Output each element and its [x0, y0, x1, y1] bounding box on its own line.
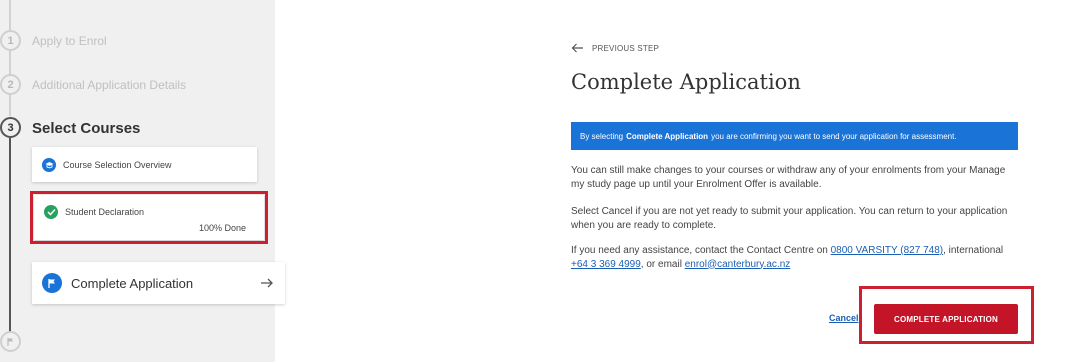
phone-link[interactable]: 0800 VARSITY (827 748): [831, 245, 943, 256]
assist-text-2: , international: [943, 245, 1004, 256]
step-connector: [9, 50, 11, 75]
flag-icon: [42, 273, 62, 293]
flag-step-icon: [0, 331, 21, 352]
step-connector-active: [9, 138, 11, 334]
step-number-1: 1: [0, 30, 21, 51]
email-link[interactable]: enrol@canterbury.ac.nz: [685, 259, 791, 270]
highlight-box: [30, 191, 268, 244]
arrow-left-icon: [571, 43, 583, 53]
complete-label: Complete Application: [71, 275, 194, 291]
page-title: Complete Application: [571, 70, 801, 94]
paragraph-cancel: Select Cancel if you are not yet ready t…: [571, 206, 1008, 231]
course-selection-overview-card[interactable]: Course Selection Overview: [32, 147, 257, 182]
sidebar: 1 Apply to Enrol 2 Additional Applicatio…: [0, 0, 285, 362]
international-phone-link[interactable]: +64 3 369 4999: [571, 259, 641, 270]
previous-step-label: PREVIOUS STEP: [592, 43, 660, 53]
paragraph-changes: You can still make changes to your cours…: [571, 165, 1006, 190]
step-apply-to-enrol[interactable]: Apply to Enrol: [32, 34, 107, 48]
assist-text-3: , or email: [640, 258, 682, 270]
step-select-courses[interactable]: Select Courses: [32, 120, 140, 137]
step-connector: [9, 94, 11, 116]
banner-prefix: By selecting: [580, 131, 624, 141]
complete-application-card[interactable]: Complete Application: [32, 262, 285, 304]
info-banner: By selecting Complete Application you ar…: [571, 122, 1018, 150]
arrow-right-icon: [261, 278, 273, 288]
banner-bold: Complete Application: [626, 131, 709, 141]
step-additional-details[interactable]: Additional Application Details: [32, 78, 186, 92]
graduation-cap-icon: [42, 157, 56, 172]
step-number-3: 3: [0, 117, 21, 138]
cancel-link[interactable]: Cancel: [829, 313, 859, 323]
overview-label: Course Selection Overview: [63, 159, 172, 170]
previous-step-link[interactable]: PREVIOUS STEP: [571, 43, 659, 53]
assist-text-1: If you need any assistance, contact the …: [571, 245, 828, 256]
banner-suffix: you are confirming you want to send your…: [711, 131, 957, 141]
paragraph-assistance: If you need any assistance, contact the …: [571, 244, 1011, 271]
step-connector: [9, 0, 11, 30]
complete-application-button[interactable]: COMPLETE APPLICATION: [874, 304, 1018, 334]
step-number-2: 2: [0, 74, 21, 95]
